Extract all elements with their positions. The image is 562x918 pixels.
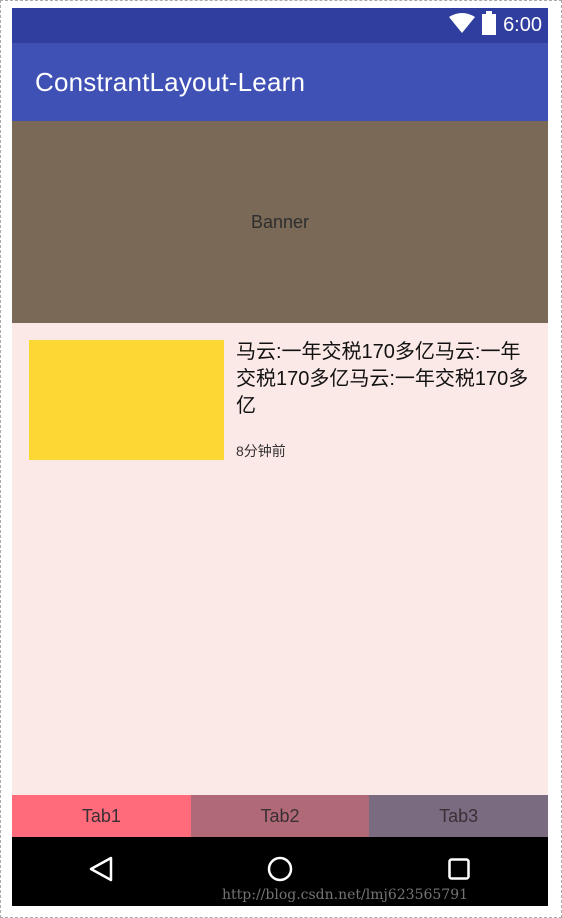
tab-2[interactable]: Tab2	[190, 795, 370, 837]
news-time: 8分钟前	[236, 443, 286, 459]
news-item[interactable]: 马云:一年交税170多亿马云:一年交税170多亿马云:一年交税170多亿 8分钟…	[12, 323, 548, 483]
home-icon	[267, 856, 293, 887]
device-screen: 6:00 ConstrantLayout-Learn Banner 马云:一年交…	[12, 8, 548, 906]
battery-icon	[482, 11, 497, 40]
banner-label: Banner	[250, 211, 310, 232]
back-icon	[89, 856, 113, 887]
news-title: 马云:一年交税170多亿马云:一年交税170多亿马云:一年交税170多亿	[236, 341, 529, 417]
recents-icon	[447, 858, 470, 885]
bottom-tab-bar: Tab1 Tab2 Tab3	[12, 795, 548, 837]
status-time: 6:00	[503, 14, 542, 36]
tab-3[interactable]: Tab3	[369, 795, 548, 837]
status-icons: 6:00	[449, 8, 542, 43]
tab-3-label: Tab3	[439, 805, 479, 826]
tab-1-label: Tab1	[81, 805, 121, 826]
watermark: http://blog.csdn.net/lmj623565791	[222, 887, 469, 903]
status-bar: 6:00	[12, 8, 548, 43]
tab-2-label: Tab2	[260, 805, 300, 826]
app-title: ConstrantLayout-Learn	[35, 67, 306, 97]
news-thumbnail	[29, 340, 224, 460]
tab-1[interactable]: Tab1	[12, 795, 191, 837]
app-bar: ConstrantLayout-Learn	[12, 43, 548, 121]
wifi-icon	[449, 13, 476, 38]
banner[interactable]: Banner	[12, 121, 548, 323]
back-button[interactable]	[12, 837, 191, 906]
